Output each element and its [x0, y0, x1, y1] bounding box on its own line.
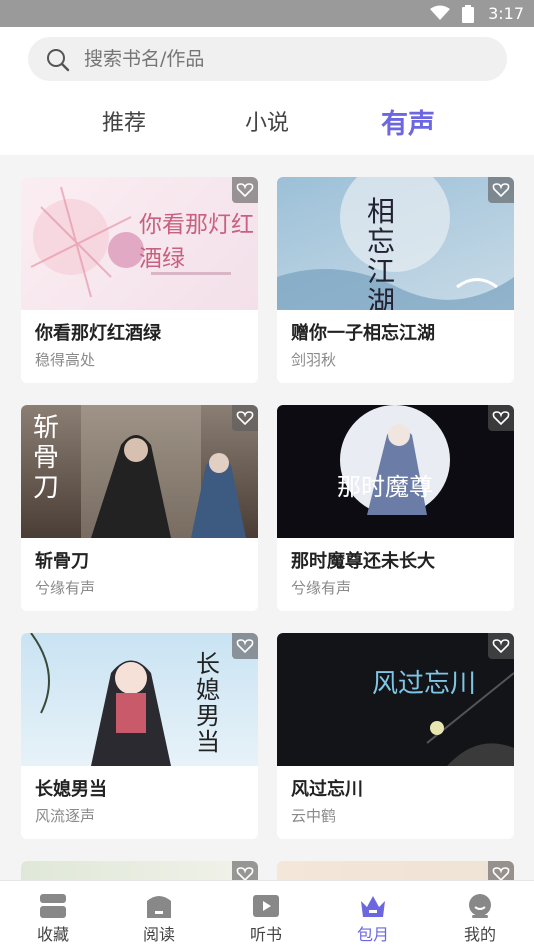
- book-card-partial[interactable]: [277, 861, 514, 880]
- favorite-button[interactable]: [488, 177, 514, 203]
- search-box[interactable]: [28, 37, 507, 81]
- book-author: 风流逐声: [35, 807, 96, 825]
- book-card-partial[interactable]: [21, 861, 258, 880]
- bottom-nav: 收藏 阅读 听书 包月 我的: [0, 880, 534, 949]
- battery-icon: [462, 5, 474, 23]
- book-title: 你看那灯红酒绿: [35, 323, 161, 344]
- book-card[interactable]: 那时魔尊 那时魔尊还未长大 兮缘有声: [277, 405, 514, 611]
- tab-novel[interactable]: 小说: [245, 105, 289, 137]
- cover-title: 长媳男当: [196, 650, 220, 756]
- nav-item-monthly[interactable]: 包月: [320, 881, 426, 949]
- nav-item-listen[interactable]: 听书: [213, 881, 319, 949]
- crown-icon: [361, 896, 385, 917]
- nav-item-read[interactable]: 阅读: [106, 881, 212, 949]
- book-cover: [277, 861, 514, 880]
- book-cover: 长媳男当: [21, 633, 258, 766]
- book-grid: 你看那灯红酒绿 你看那灯红酒绿 稳得高处 相忘江湖 赠你一子相忘江湖 剑羽秋 斩…: [0, 155, 534, 880]
- favorite-button[interactable]: [232, 405, 258, 431]
- cover-title: 风过忘川: [372, 669, 477, 699]
- heart-icon: [236, 411, 254, 426]
- status-time: 3:17: [488, 4, 524, 23]
- cover-title: 相忘江湖: [367, 195, 396, 311]
- cover-title: 斩骨刀: [33, 413, 60, 503]
- book-card[interactable]: 相忘江湖 赠你一子相忘江湖 剑羽秋: [277, 177, 514, 383]
- favorite-button[interactable]: [488, 633, 514, 659]
- category-tabs: 推荐 小说 有声: [0, 93, 534, 155]
- user-icon: [469, 894, 491, 918]
- nav-label: 我的: [463, 925, 496, 944]
- heart-icon: [492, 867, 510, 880]
- favorite-button[interactable]: [232, 177, 258, 203]
- book-card[interactable]: 你看那灯红酒绿 你看那灯红酒绿 稳得高处: [21, 177, 258, 383]
- nav-item-collection[interactable]: 收藏: [0, 881, 106, 949]
- nav-label: 阅读: [142, 925, 175, 944]
- book-cover: 那时魔尊: [277, 405, 514, 538]
- heart-icon: [492, 411, 510, 426]
- heart-icon: [236, 867, 254, 880]
- book-cover: 风过忘川: [277, 633, 514, 766]
- status-bar: 3:17: [0, 0, 534, 27]
- play-icon: [253, 895, 279, 917]
- book-title: 赠你一子相忘江湖: [291, 323, 435, 344]
- search-input[interactable]: [84, 37, 484, 81]
- book-author: 云中鹤: [291, 807, 337, 825]
- bookshelf-icon: [40, 894, 66, 918]
- favorite-button[interactable]: [232, 633, 258, 659]
- book-title: 风过忘川: [291, 779, 363, 800]
- nav-label: 听书: [249, 925, 282, 944]
- wifi-icon: [430, 5, 450, 20]
- book-cover: [21, 861, 258, 880]
- heart-icon: [492, 639, 510, 654]
- book-author: 剑羽秋: [291, 351, 337, 369]
- tab-recommend[interactable]: 推荐: [102, 105, 146, 137]
- cover-title: 那时魔尊: [337, 473, 433, 501]
- book-author: 兮缘有声: [35, 579, 96, 597]
- book-title: 长媳男当: [35, 779, 107, 800]
- book-cover: 相忘江湖: [277, 177, 514, 310]
- favorite-button[interactable]: [488, 405, 514, 431]
- search-bar: [0, 27, 534, 93]
- book-card[interactable]: 斩骨刀 斩骨刀 兮缘有声: [21, 405, 258, 611]
- book-title: 斩骨刀: [35, 551, 89, 572]
- tab-audio[interactable]: 有声: [381, 102, 435, 141]
- nav-item-mine[interactable]: 我的: [427, 881, 533, 949]
- heart-icon: [492, 183, 510, 198]
- book-card[interactable]: 长媳男当 长媳男当 风流逐声: [21, 633, 258, 839]
- book-author: 稳得高处: [35, 351, 96, 369]
- favorite-button[interactable]: [488, 861, 514, 880]
- heart-icon: [236, 183, 254, 198]
- heart-icon: [236, 639, 254, 654]
- cover-title: 你看那灯红酒绿: [139, 212, 254, 272]
- book-icon: [147, 896, 171, 918]
- nav-label: 收藏: [36, 925, 69, 944]
- search-icon: [47, 49, 70, 72]
- book-cover: 你看那灯红酒绿: [21, 177, 258, 310]
- book-title: 那时魔尊还未长大: [291, 551, 435, 572]
- favorite-button[interactable]: [232, 861, 258, 880]
- nav-label: 包月: [356, 925, 389, 944]
- book-card[interactable]: 风过忘川 风过忘川 云中鹤: [277, 633, 514, 839]
- book-cover: 斩骨刀: [21, 405, 258, 538]
- book-author: 兮缘有声: [291, 579, 352, 597]
